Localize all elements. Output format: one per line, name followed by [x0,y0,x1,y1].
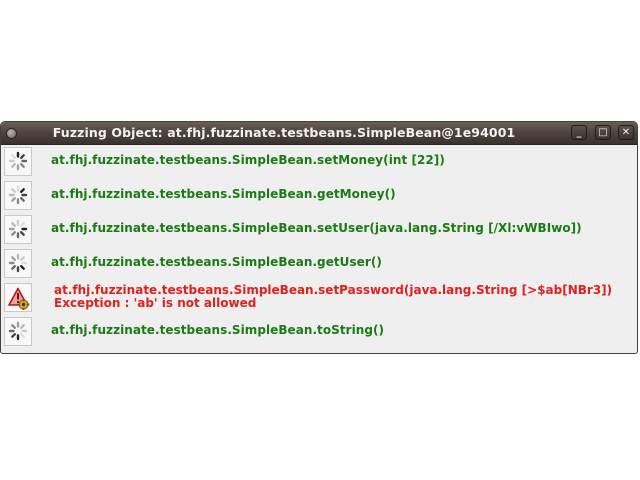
status-icon-box [4,283,32,312]
method-label: at.fhj.fuzzinate.testbeans.SimpleBean.to… [51,323,385,337]
loading-spinner-icon [8,219,28,239]
method-label: at.fhj.fuzzinate.testbeans.SimpleBean.se… [51,153,445,167]
list-item: at.fhj.fuzzinate.testbeans.SimpleBean.se… [1,213,637,247]
status-icon-box [4,249,32,278]
warning-gear-icon [8,287,30,310]
maximize-button[interactable]: □ [595,125,611,140]
method-label: at.fhj.fuzzinate.testbeans.SimpleBean.ge… [51,187,396,201]
list-item: at.fhj.fuzzinate.testbeans.SimpleBean.se… [1,281,637,315]
status-icon-box [4,215,32,244]
list-item: at.fhj.fuzzinate.testbeans.SimpleBean.to… [1,315,637,349]
window-title: Fuzzing Object: at.fhj.fuzzinate.testbea… [52,125,516,140]
fuzzing-window: Fuzzing Object: at.fhj.fuzzinate.testbea… [0,121,638,354]
method-label: at.fhj.fuzzinate.testbeans.SimpleBean.se… [51,221,582,235]
error-method-label: at.fhj.fuzzinate.testbeans.SimpleBean.se… [54,284,612,310]
loading-spinner-icon [8,151,28,171]
error-exception-text: Exception : 'ab' is not allowed [54,296,257,310]
minimize-button[interactable]: _ [571,125,587,140]
list-item: at.fhj.fuzzinate.testbeans.SimpleBean.ge… [1,247,637,281]
status-icon-box [4,147,32,176]
loading-spinner-icon [8,185,28,205]
list-item: at.fhj.fuzzinate.testbeans.SimpleBean.ge… [1,179,637,213]
loading-spinner-icon [8,253,28,273]
close-button[interactable]: ✕ [618,125,634,140]
window-titlebar[interactable]: Fuzzing Object: at.fhj.fuzzinate.testbea… [1,122,637,145]
status-icon-box [4,317,32,346]
list-item: at.fhj.fuzzinate.testbeans.SimpleBean.se… [1,145,637,179]
loading-spinner-icon [8,321,28,341]
method-label: at.fhj.fuzzinate.testbeans.SimpleBean.ge… [51,255,382,269]
status-icon-box [4,181,32,210]
